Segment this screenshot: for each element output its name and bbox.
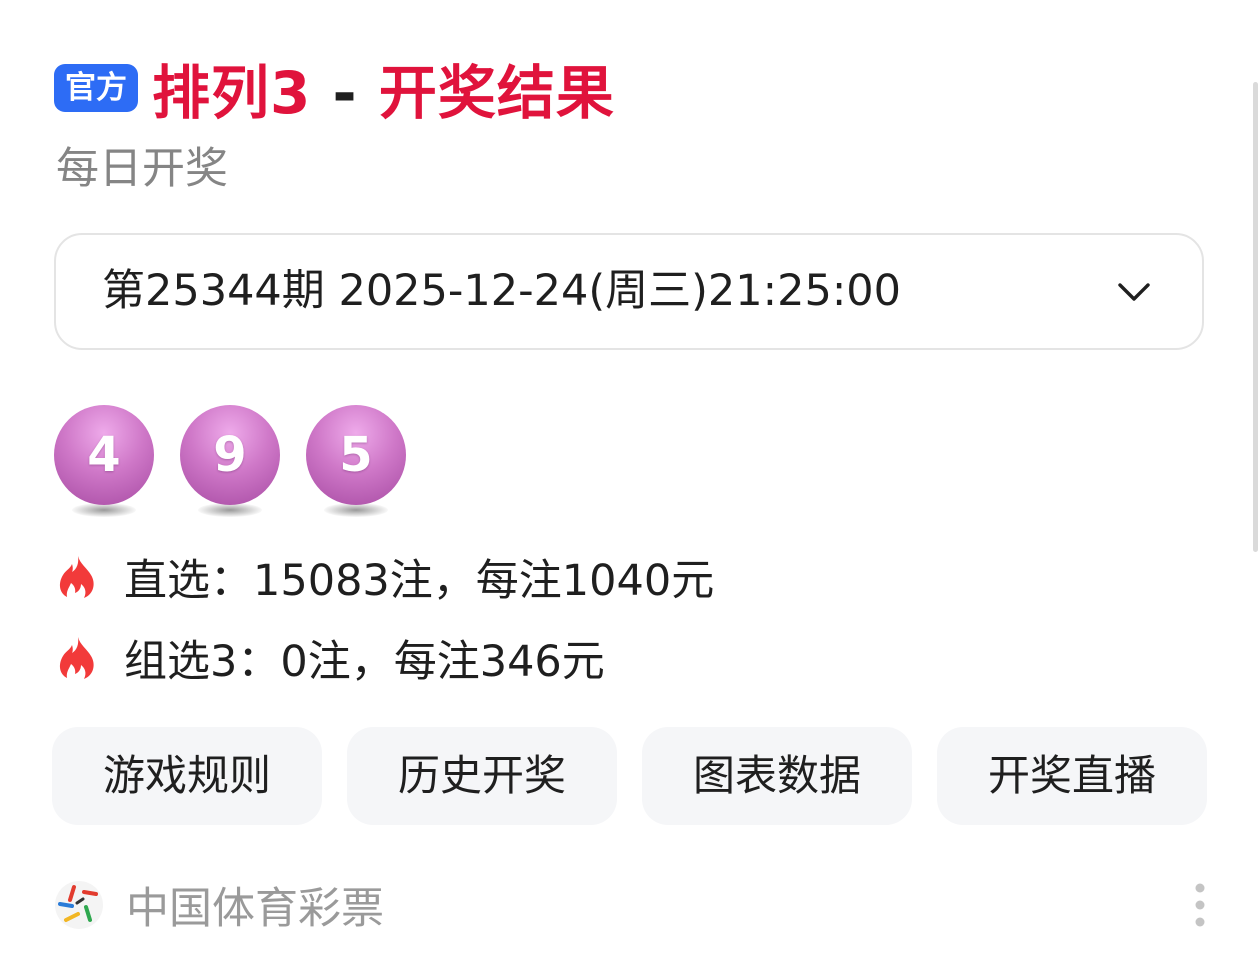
draw-numbers: 4 9 5 — [54, 405, 432, 520]
draw-frequency: 每日开奖 — [56, 144, 228, 194]
number-ball: 9 — [180, 405, 280, 505]
page-title: 排列3 - 开奖结果 — [152, 46, 615, 130]
issue-select-value: 第25344期 2025-12-24(周三)21:25:00 — [102, 266, 902, 316]
game-rules-button[interactable]: 游戏规则 — [52, 727, 322, 825]
official-badge: 官方 — [54, 64, 138, 112]
prize-text: 直选：15083注，每注1040元 — [124, 556, 715, 606]
chart-data-button[interactable]: 图表数据 — [642, 727, 912, 825]
action-buttons: 游戏规则 历史开奖 图表数据 开奖直播 — [52, 727, 1207, 825]
fire-icon — [59, 556, 94, 598]
history-draws-button[interactable]: 历史开奖 — [347, 727, 617, 825]
source[interactable]: 中国体育彩票 — [54, 873, 384, 937]
scrollbar[interactable] — [1253, 82, 1258, 552]
more-vertical-icon[interactable] — [1190, 880, 1210, 930]
title-suffix: 开奖结果 — [378, 59, 615, 127]
chevron-down-icon — [1118, 283, 1150, 301]
number-ball: 4 — [54, 405, 154, 505]
ball-shadow — [72, 503, 136, 517]
prize-text: 组选3：0注，每注346元 — [124, 637, 605, 687]
ball-shadow — [198, 503, 262, 517]
title-game: 排列3 — [152, 59, 312, 127]
ball-item: 9 — [180, 405, 280, 520]
header: 官方 排列3 - 开奖结果 — [54, 50, 615, 127]
ball-item: 5 — [306, 405, 406, 520]
sports-lottery-logo-icon — [55, 881, 103, 929]
issue-select[interactable]: 第25344期 2025-12-24(周三)21:25:00 — [54, 233, 1204, 350]
prize-row-direct: 直选：15083注，每注1040元 — [56, 547, 714, 607]
ball-shadow — [324, 503, 388, 517]
title-separator: - — [311, 59, 379, 127]
number-ball: 5 — [306, 405, 406, 505]
prize-row-group3: 组选3：0注，每注346元 — [56, 628, 605, 688]
live-draw-button[interactable]: 开奖直播 — [937, 727, 1207, 825]
source-name: 中国体育彩票 — [126, 884, 384, 934]
fire-icon — [59, 637, 94, 679]
lottery-result-card: 官方 排列3 - 开奖结果 每日开奖 第25344期 2025-12-24(周三… — [0, 0, 1260, 979]
ball-item: 4 — [54, 405, 154, 520]
